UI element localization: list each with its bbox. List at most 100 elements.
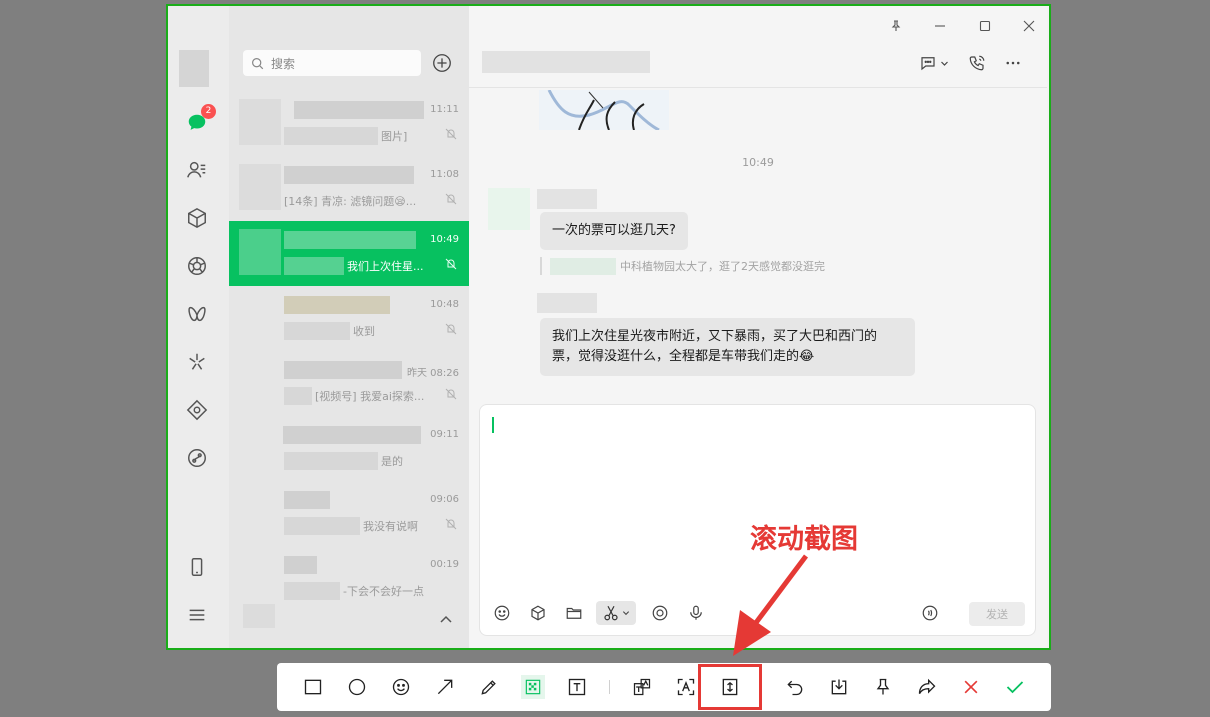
conversation-item[interactable]: 10:48 收到 [229, 286, 469, 351]
pen-icon [481, 680, 496, 695]
text-icon [568, 678, 586, 696]
close-button[interactable] [1018, 16, 1040, 36]
ocr-icon [677, 678, 695, 696]
chat-icon[interactable]: 2 [184, 104, 216, 136]
quoted-message[interactable]: 中科植物园太大了，逛了2天感觉都没逛完 [540, 257, 825, 275]
pin-tool[interactable] [871, 675, 895, 699]
wechat-window: 2 搜索 11:11 图片] 11:08 [14条] 青凉: 滤镜问题😪... … [166, 4, 1051, 650]
conversation-name [284, 556, 317, 574]
header-divider [469, 87, 1047, 88]
sticker-image[interactable] [539, 90, 669, 130]
conversation-time: 11:08 [430, 169, 459, 180]
mute-icon [445, 323, 457, 335]
add-icon[interactable] [431, 52, 453, 74]
unread-badge: 2 [201, 104, 216, 119]
conversation-item[interactable]: 11:08 [14条] 青凉: 滤镜问题😪... [229, 156, 469, 221]
message-bubble[interactable]: 我们上次住星光夜市附近，又下暴雨，买了大巴和西门的 票，觉得没逛什么，全程都是车… [540, 318, 915, 376]
chevron-up-icon[interactable] [439, 612, 453, 626]
conversation-item[interactable]: 09:11 是的 [229, 416, 469, 481]
ocr-tool[interactable] [674, 675, 698, 699]
conversation-name [294, 101, 424, 119]
mute-icon [445, 518, 457, 530]
search-placeholder: 搜索 [271, 56, 296, 71]
pen-tool[interactable] [477, 675, 501, 699]
download-tool[interactable] [827, 675, 851, 699]
minimize-button[interactable] [929, 16, 951, 36]
conversation-avatar [239, 164, 281, 210]
maximize-button[interactable] [974, 16, 996, 36]
target-icon [652, 605, 668, 621]
conversation-time: 09:11 [430, 429, 459, 440]
mosaic-icon [525, 679, 541, 695]
sender-avatar[interactable] [488, 188, 530, 230]
conversation-item[interactable]: 00:19 -下会不会好一点 [229, 546, 469, 611]
conversation-preview: 我没有说啊 [363, 520, 418, 533]
pin-window-button[interactable] [885, 16, 907, 36]
translate-tool[interactable] [630, 675, 654, 699]
favorites-button[interactable] [526, 601, 550, 625]
mute-icon [445, 193, 457, 205]
ellipse-tool[interactable] [345, 675, 369, 699]
message-line: 我们上次住星光夜市附近，又下暴雨，买了大巴和西门的 [552, 329, 878, 344]
conversation-preview-row: 我没有说啊 [284, 517, 418, 535]
arrow-icon [437, 679, 453, 695]
conversation-item[interactable]: 昨天 08:26 [视频号] 我爱ai探索... [229, 351, 469, 416]
rectangle-tool[interactable] [301, 675, 325, 699]
conversation-item-active[interactable]: 10:49 我们上次住星... [229, 221, 469, 286]
menu-icon[interactable] [184, 602, 210, 628]
maximize-icon [979, 20, 991, 32]
file-button[interactable] [562, 601, 586, 625]
conversation-preview-row: [14条] 青凉: 滤镜问题😪... [284, 192, 416, 210]
conversation-avatar [239, 99, 281, 145]
conversation-time: 10:49 [430, 234, 459, 245]
channels-icon[interactable] [184, 301, 210, 327]
mini-program-icon[interactable] [184, 397, 210, 423]
search-discover-icon[interactable] [184, 349, 210, 375]
annotation-label: 滚动截图 [750, 524, 858, 555]
moments-icon[interactable] [184, 253, 210, 279]
scroll-capture-tool[interactable] [698, 664, 762, 710]
conversation-preview-row: 收到 [284, 322, 375, 340]
apps-icon[interactable] [184, 445, 210, 471]
confirm-tool[interactable] [1003, 675, 1027, 699]
send-button[interactable]: 发送 [969, 602, 1025, 626]
more-button[interactable] [1004, 53, 1022, 73]
user-avatar[interactable] [179, 50, 209, 87]
conversation-item[interactable]: 09:06 我没有说啊 [229, 481, 469, 546]
cube-icon [531, 605, 545, 621]
download-icon [831, 679, 847, 695]
conversation-preview: [14条] 青凉: 滤镜问题😪... [284, 195, 417, 208]
call-button[interactable] [968, 53, 986, 73]
search-input[interactable]: 搜索 [243, 50, 421, 76]
contacts-icon[interactable] [184, 157, 210, 183]
text-tool[interactable] [565, 675, 589, 699]
voice-input-button[interactable] [684, 601, 708, 625]
mosaic-tool[interactable] [521, 675, 545, 699]
emoji-tool[interactable] [389, 675, 413, 699]
emoji-icon [494, 605, 510, 621]
pin-icon [876, 678, 890, 695]
channels-share-button[interactable] [648, 601, 672, 625]
voice-call-button[interactable] [918, 601, 942, 625]
conversation-preview: -下会不会好一点 [343, 585, 424, 598]
favorites-icon[interactable] [184, 205, 210, 231]
cancel-tool[interactable] [959, 675, 983, 699]
quote-sender [550, 257, 616, 275]
conversation-preview-row: 我们上次住星... [284, 257, 424, 275]
message-bubble[interactable]: 一次的票可以逛几天? [540, 212, 688, 250]
share-tool[interactable] [915, 675, 939, 699]
message-line: 票，觉得没逛什么，全程都是车带我们走的😂 [552, 349, 815, 364]
chat-title [482, 51, 650, 73]
conversation-item[interactable]: 11:11 图片] [229, 91, 469, 156]
toolbar-divider [609, 680, 610, 694]
phone-icon[interactable] [184, 554, 210, 580]
arrow-tool[interactable] [433, 675, 457, 699]
conversation-preview: 收到 [353, 325, 375, 338]
chat-info-button[interactable] [919, 53, 949, 73]
confirm-icon [1006, 681, 1024, 694]
undo-tool[interactable] [783, 675, 807, 699]
emoji-button[interactable] [490, 601, 514, 625]
screenshot-button[interactable] [596, 601, 636, 625]
mute-icon [445, 258, 457, 270]
conversation-time: 09:06 [430, 494, 459, 505]
